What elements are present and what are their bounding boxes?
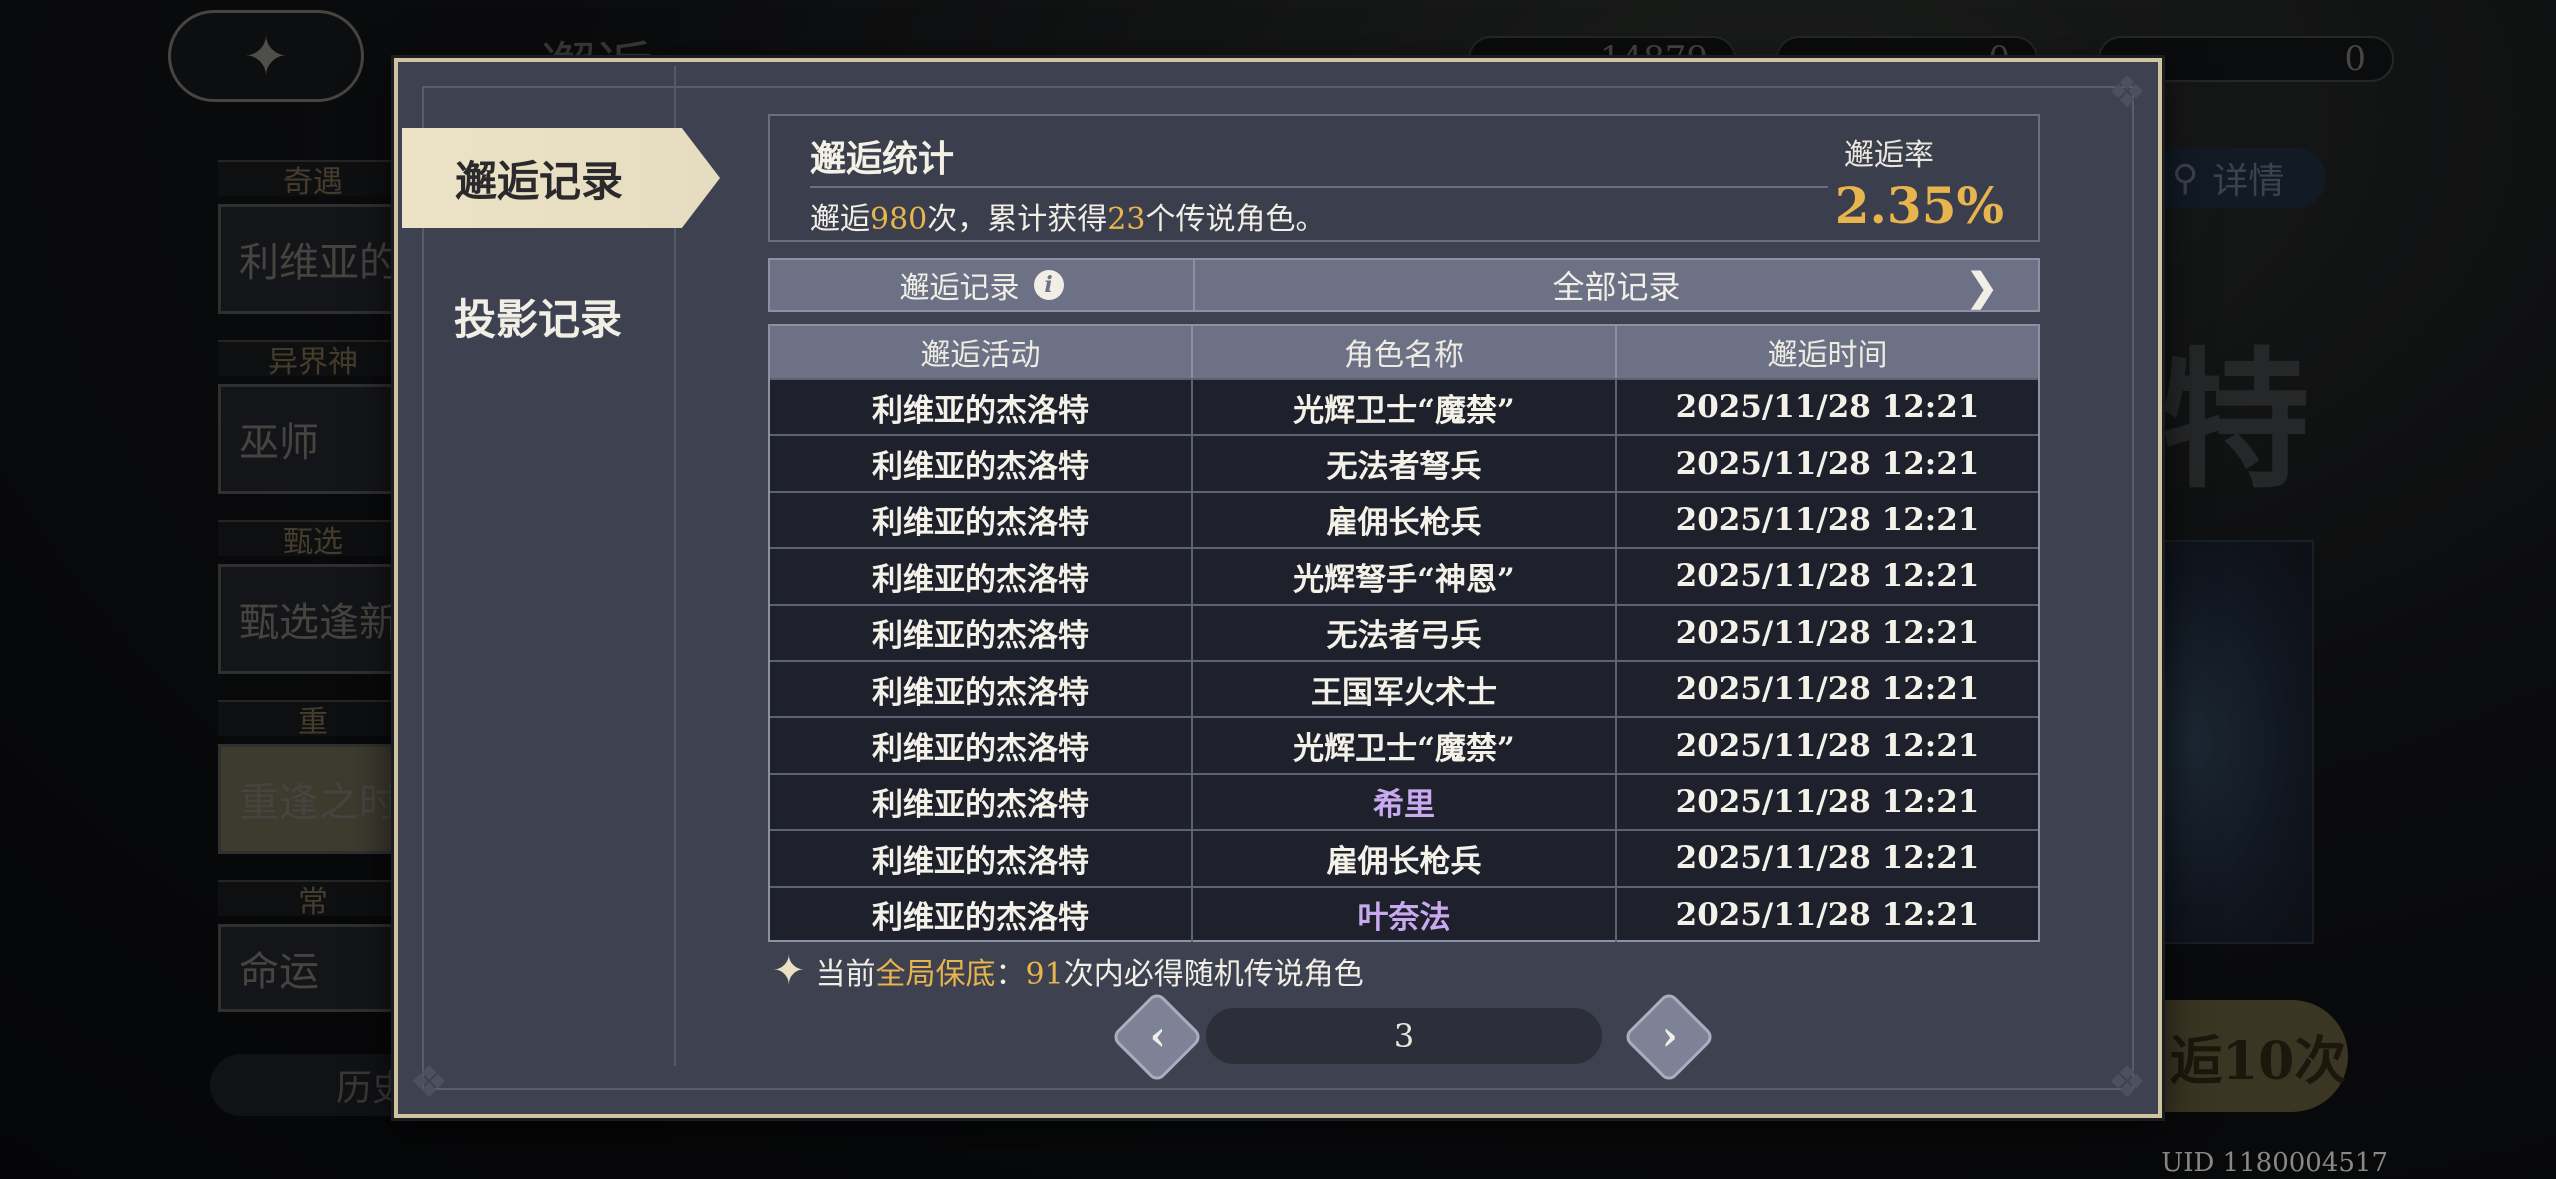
pity-highlight: 全局保底 [875, 957, 996, 992]
cell-time: 2025/11/28 12:21 [1675, 896, 1980, 933]
chevron-right-icon: ❯ [1966, 264, 1998, 309]
cell-activity: 利维亚的杰洛特 [770, 549, 1193, 604]
cell-time: 2025/11/28 12:21 [1675, 840, 1980, 877]
cell-time: 2025/11/28 12:21 [1675, 445, 1980, 482]
cell-character: 王国军火术士 [1193, 661, 1617, 717]
cell-activity: 利维亚的杰洛特 [770, 718, 1193, 773]
table-row: 利维亚的杰洛特 光辉弩手“神恩” 2025/11/28 12:21 [770, 547, 2038, 604]
cell-time: 2025/11/28 12:21 [1675, 614, 1980, 651]
table-row: 利维亚的杰洛特 光辉卫士“魔禁” 2025/11/28 12:21 [770, 716, 2038, 773]
stats-divider [810, 186, 1828, 188]
pity-suffix: 次内必得随机传说角色 [1063, 957, 1364, 992]
table-row: 利维亚的杰洛特 雇佣长枪兵 2025/11/28 12:21 [770, 829, 2038, 886]
cell-character: 光辉弩手“神恩” [1193, 549, 1617, 604]
uid-label: UID 1180004517 [2161, 1148, 2388, 1178]
record-modal: ❖ ❖ ❖ 邂逅记录 投影记录 邂逅统计 邂逅980次，累计获得23个传说角色。… [394, 58, 2162, 1118]
tab-encounter-record-label: 邂逅记录 [454, 156, 623, 206]
filter-selected-value: 全部记录 [1552, 268, 1681, 306]
cell-activity: 利维亚的杰洛特 [770, 605, 1193, 660]
table-row: 利维亚的杰洛特 王国军火术士 2025/11/28 12:21 [770, 659, 2038, 717]
header-time: 邂逅时间 [1767, 338, 1888, 373]
cell-activity: 利维亚的杰洛特 [770, 887, 1193, 942]
record-table: 邂逅活动 角色名称 邂逅时间 利维亚的杰洛特 光辉卫士“魔禁” 2025/11/28… [768, 324, 2040, 942]
modal-sidebar: 邂逅记录 投影记录 [402, 66, 720, 1066]
stats-panel: 邂逅统计 邂逅980次，累计获得23个传说角色。 邂逅率 2.35% [768, 114, 2040, 242]
stats-prefix: 邂逅 [810, 202, 870, 237]
table-row: 利维亚的杰洛特 光辉卫士“魔禁” 2025/11/28 12:21 [770, 378, 2038, 435]
cell-activity: 利维亚的杰洛特 [770, 661, 1193, 717]
cell-character: 无法者弩兵 [1193, 436, 1617, 491]
cell-character: 叶奈法 [1193, 887, 1617, 942]
corner-ornament-icon: ❖ [2107, 1057, 2147, 1108]
rate-value: 2.35% [1834, 176, 2004, 235]
stats-legend-count: 23 [1107, 202, 1146, 237]
cell-activity: 利维亚的杰洛特 [770, 774, 1193, 830]
filter-dropdown[interactable]: 全部记录 ❯ [1195, 260, 2038, 310]
corner-ornament-icon: ❖ [2107, 67, 2147, 118]
cell-time: 2025/11/28 12:21 [1675, 558, 1980, 595]
cell-character: 雇佣长枪兵 [1193, 831, 1617, 886]
tab-projection-record[interactable]: 投影记录 [402, 266, 674, 366]
info-icon[interactable]: i [1033, 270, 1064, 300]
header-activity: 邂逅活动 [770, 326, 1193, 378]
stats-summary: 邂逅980次，累计获得23个传说角色。 [810, 194, 1325, 238]
next-page-button[interactable]: › [1622, 990, 1716, 1084]
cell-character: 无法者弓兵 [1193, 605, 1617, 660]
cell-character: 光辉卫士“魔禁” [1193, 380, 1617, 435]
star-icon: ✦ [772, 948, 806, 994]
table-row: 利维亚的杰洛特 希里 2025/11/28 12:21 [770, 772, 2038, 830]
filter-label: 邂逅记录 [899, 271, 1020, 306]
prev-page-button[interactable]: ‹ [1110, 990, 1204, 1084]
cell-activity: 利维亚的杰洛特 [770, 436, 1193, 491]
stats-suffix: 个传说角色。 [1145, 202, 1326, 237]
pity-prefix: 当前 [815, 957, 876, 992]
cell-character: 光辉卫士“魔禁” [1193, 718, 1617, 773]
corner-ornament-icon: ❖ [409, 1057, 449, 1108]
cell-character: 雇佣长枪兵 [1193, 492, 1617, 548]
table-row: 利维亚的杰洛特 雇佣长枪兵 2025/11/28 12:21 [770, 490, 2038, 548]
stats-title: 邂逅统计 [810, 138, 955, 180]
cell-activity: 利维亚的杰洛特 [770, 380, 1193, 435]
stats-mid: 次，累计获得 [927, 202, 1108, 237]
rate-label: 邂逅率 [1844, 138, 1934, 173]
cell-activity: 利维亚的杰洛特 [770, 831, 1193, 886]
cell-time: 2025/11/28 12:21 [1675, 389, 1980, 426]
chevron-left-icon: ‹ [1149, 1012, 1166, 1060]
pity-colon: ： [995, 957, 1026, 992]
filter-label-cell: 邂逅记录 i [770, 260, 1195, 310]
table-body: 利维亚的杰洛特 光辉卫士“魔禁” 2025/11/28 12:21 利维亚的杰洛特 无法… [770, 378, 2038, 942]
table-row: 利维亚的杰洛特 无法者弓兵 2025/11/28 12:21 [770, 603, 2038, 660]
table-row: 利维亚的杰洛特 叶奈法 2025/11/28 12:21 [770, 885, 2038, 942]
pity-notice: ✦ 当前全局保底：91次内必得随机传说角色 [772, 948, 1364, 994]
page-number: 3 [1206, 1008, 1602, 1064]
pity-count: 91 [1025, 957, 1064, 992]
cell-activity: 利维亚的杰洛特 [770, 492, 1193, 548]
tab-projection-record-label: 投影记录 [453, 294, 622, 344]
cell-time: 2025/11/28 12:21 [1675, 671, 1980, 708]
header-character: 角色名称 [1193, 326, 1617, 378]
stats-count: 980 [870, 202, 928, 237]
cell-time: 2025/11/28 12:21 [1675, 501, 1980, 538]
cell-character: 希里 [1193, 774, 1617, 830]
table-row: 利维亚的杰洛特 无法者弩兵 2025/11/28 12:21 [770, 434, 2038, 491]
cell-time: 2025/11/28 12:21 [1675, 783, 1980, 820]
table-header: 邂逅活动 角色名称 邂逅时间 [770, 326, 2038, 378]
cell-time: 2025/11/28 12:21 [1675, 727, 1980, 764]
page-number-value: 3 [1393, 1017, 1415, 1055]
chevron-right-icon: › [1661, 1012, 1678, 1060]
tab-encounter-record[interactable]: 邂逅记录 [402, 128, 720, 228]
record-filter-bar: 邂逅记录 i 全部记录 ❯ [768, 258, 2040, 312]
